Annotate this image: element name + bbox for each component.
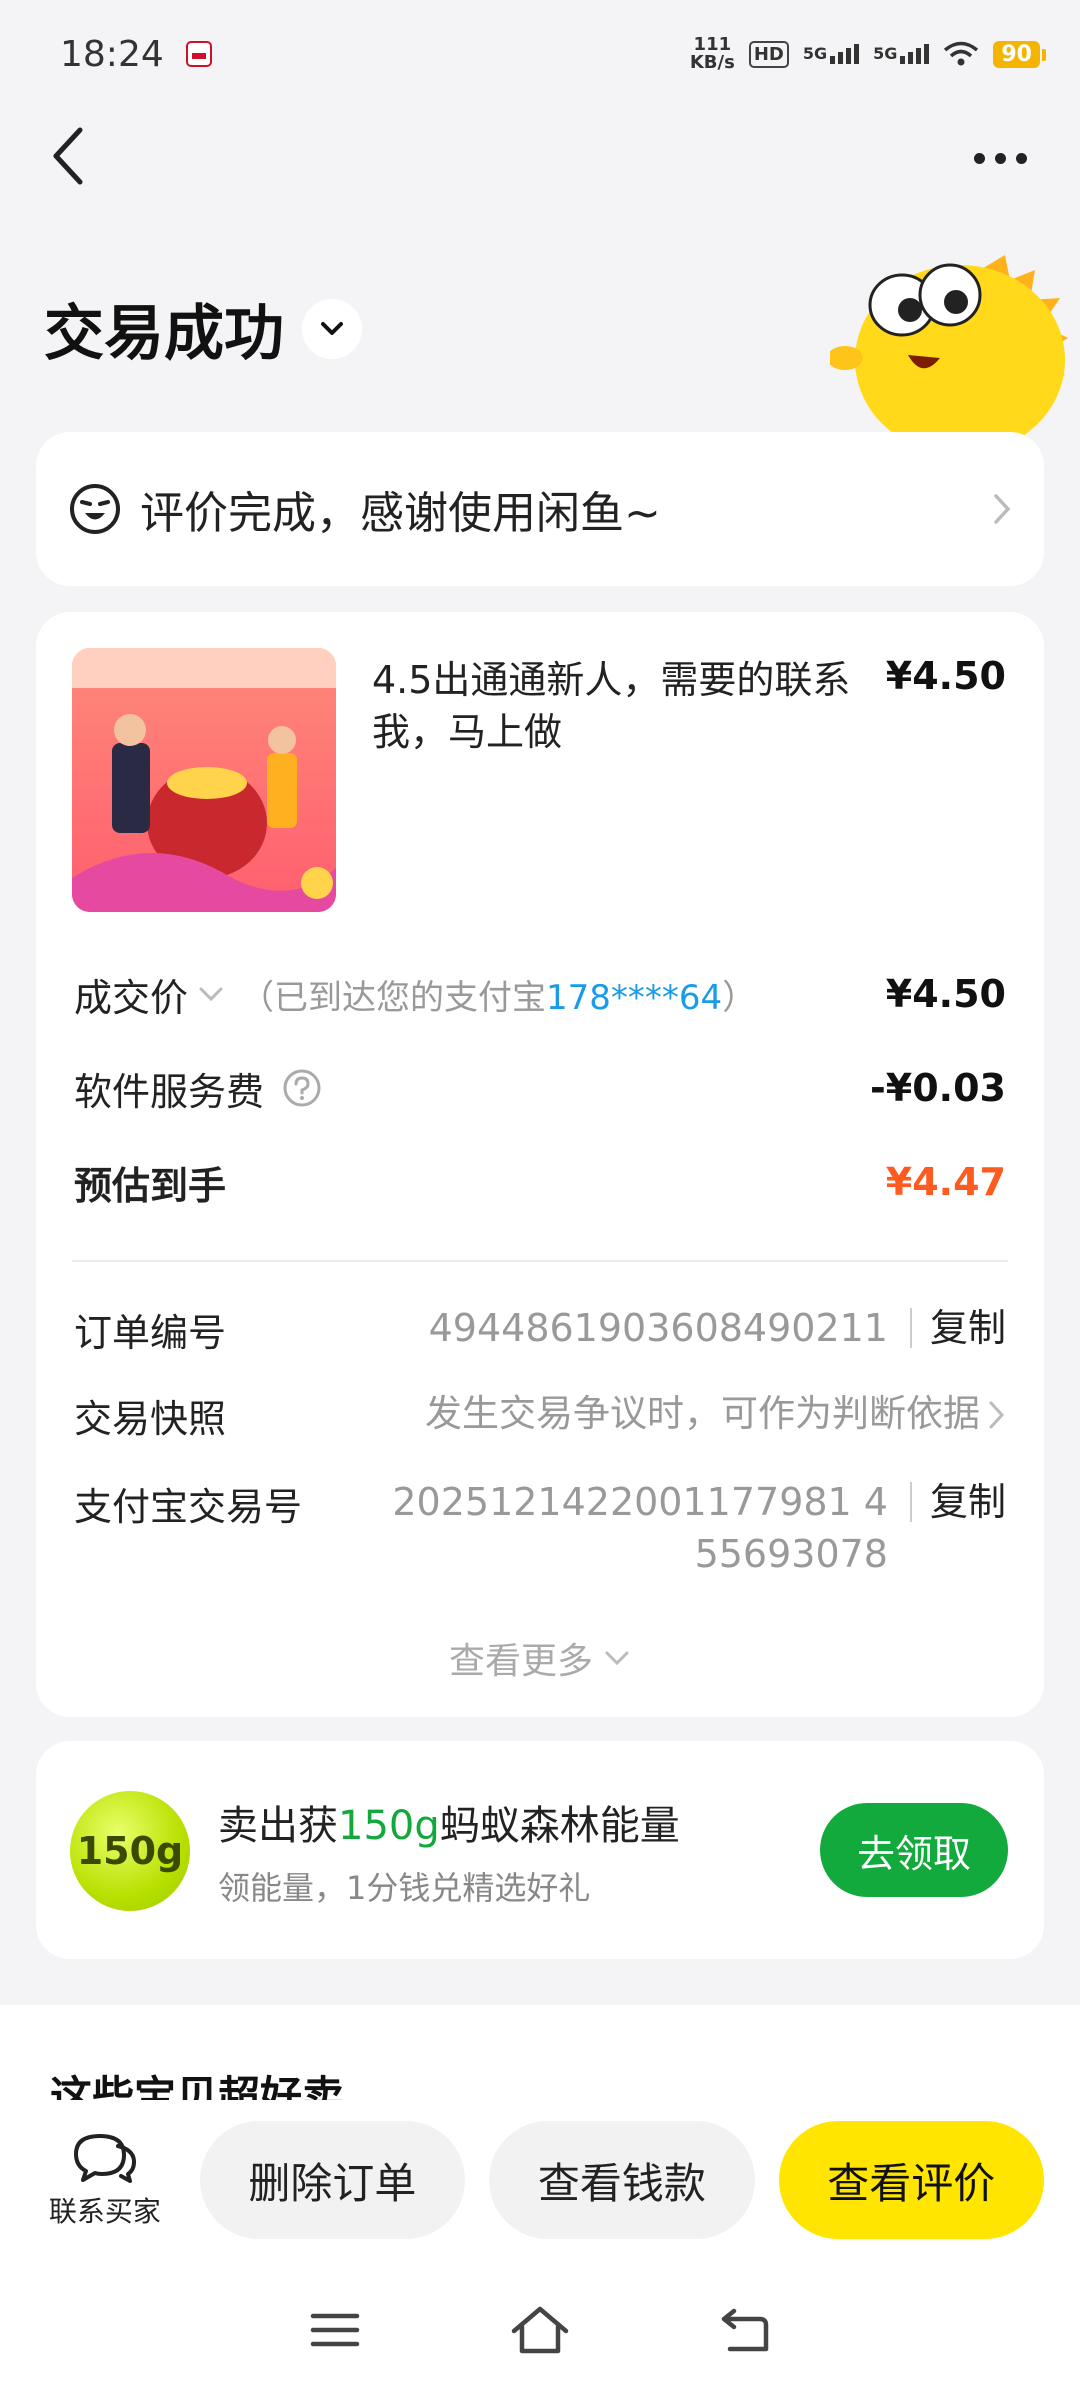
alipay-trade-number-row: 支付宝交易号 2025121422001177981 4 55693078 复制 <box>74 1476 1006 1580</box>
deal-note-prefix: （已到达您的支付宝 <box>240 977 547 1018</box>
view-review-button[interactable]: 查看评价 <box>778 2121 1044 2239</box>
signal-bar <box>830 56 836 64</box>
signal-bar <box>854 44 860 64</box>
notification-app-icon <box>185 41 212 67</box>
network-speed-unit: KB/s <box>689 52 735 73</box>
alipay-trade-number-line1: 2025121422001177981 4 <box>392 1480 888 1524</box>
trade-snapshot-row[interactable]: 交易快照 发生交易争议时，可作为判断依据 <box>74 1388 1006 1443</box>
delete-order-button[interactable]: 删除订单 <box>199 2121 466 2239</box>
hd-icon: HD <box>748 40 789 68</box>
chevron-right-icon <box>989 1401 1005 1429</box>
battery-icon: 90 <box>993 40 1046 68</box>
system-navigation-bar <box>0 2260 1080 2400</box>
order-number-row: 订单编号 4944861903608490211 复制 <box>74 1302 1006 1357</box>
energy-title-prefix: 卖出获 <box>218 1803 338 1849</box>
review-banner[interactable]: 评价完成，感谢使用闲鱼~ <box>36 432 1044 586</box>
estimated-income-value: ¥4.47 <box>885 1160 1006 1204</box>
goods-title[interactable]: 4.5出通通新人，需要的联系我，马上做 <box>372 654 892 758</box>
status-time: 18:24 <box>60 33 164 75</box>
deal-price-value: ¥4.50 <box>885 972 1006 1016</box>
copy-order-number-button[interactable]: 复制 <box>909 1308 1006 1348</box>
energy-subtitle: 领能量，1分钱兑精选好礼 <box>218 1869 591 1907</box>
contact-buyer-label: 联系买家 <box>48 2195 161 2228</box>
divider <box>72 1260 1008 1262</box>
service-fee-value: -¥0.03 <box>870 1066 1006 1110</box>
home-icon[interactable] <box>510 2305 570 2355</box>
chevron-down-icon <box>321 321 343 335</box>
alipay-trade-number-value: 2025121422001177981 4 55693078 <box>374 1476 888 1580</box>
status-time-group: 18:24 <box>60 34 212 75</box>
sim1-label: 5G <box>802 44 828 63</box>
copy-alipay-number-button[interactable]: 复制 <box>909 1482 1006 1522</box>
signal-bar <box>846 48 852 64</box>
energy-ball-icon: 150g <box>70 1791 190 1911</box>
service-fee-label: 软件服务费 <box>74 1069 265 1114</box>
signal-bar <box>916 48 922 64</box>
deal-price-note: （已到达您的支付宝178****64） <box>240 970 756 1019</box>
sim2-label: 5G <box>873 44 898 63</box>
estimated-income-label: 预估到手 <box>74 1163 227 1208</box>
more-dot-icon <box>1015 152 1027 164</box>
smile-face-icon <box>70 484 120 534</box>
status-dropdown-button[interactable] <box>302 298 362 359</box>
signal-bar <box>900 56 906 64</box>
deal-price-label: 成交价 <box>74 975 189 1020</box>
goods-price: ¥4.50 <box>885 654 1006 698</box>
ant-forest-energy-card: 150g 卖出获150g蚂蚁森林能量 领能量，1分钱兑精选好礼 去领取 <box>36 1741 1044 1959</box>
chevron-down-icon[interactable] <box>196 984 226 1004</box>
trade-snapshot-value: 发生交易争议时，可作为判断依据 <box>425 1392 980 1435</box>
signal-icon-sim2: 5G <box>873 44 930 64</box>
trade-snapshot-label: 交易快照 <box>74 1397 227 1441</box>
chevron-down-icon <box>605 1651 629 1666</box>
estimated-income-row: 预估到手 ¥4.47 <box>74 1152 1006 1212</box>
status-bar: 18:24 111 KB/s HD 5G 5G 90 <box>0 0 1080 108</box>
energy-title-suffix: 蚂蚁森林能量 <box>439 1803 680 1849</box>
see-more-button[interactable]: 查看更多 <box>36 1632 1044 1684</box>
nav-bar <box>0 108 1080 238</box>
view-payment-button[interactable]: 查看钱款 <box>489 2121 755 2239</box>
fish-mascot-icon <box>830 255 1068 435</box>
back-button[interactable] <box>50 116 110 196</box>
energy-title: 卖出获150g蚂蚁森林能量 <box>218 1793 680 1851</box>
signal-bar <box>908 52 914 64</box>
signal-bar <box>838 52 844 64</box>
alipay-trade-number-line2: 55693078 <box>694 1532 888 1576</box>
order-detail-card: 4.5出通通新人，需要的联系我，马上做 ¥4.50 成交价 （已到达您的支付宝1… <box>36 612 1044 1717</box>
goods-image[interactable] <box>72 648 336 912</box>
back-arrow-icon <box>53 127 83 185</box>
bottom-action-bar: 联系买家 删除订单 查看钱款 查看评价 <box>0 2100 1080 2260</box>
more-options-button[interactable] <box>960 128 1040 188</box>
network-speed: 111 KB/s <box>690 36 735 72</box>
order-number-value: 4944861903608490211 <box>428 1306 888 1350</box>
goods-thumbnail-illustration <box>72 648 336 912</box>
more-dot-icon <box>994 152 1006 164</box>
title-row: 交易成功 <box>44 285 362 372</box>
back-nav-icon[interactable] <box>720 2307 770 2353</box>
chevron-right-icon <box>994 494 1011 524</box>
review-banner-text: 评价完成，感谢使用闲鱼~ <box>140 488 661 539</box>
order-number-label: 订单编号 <box>74 1311 227 1355</box>
signal-icon-sim1: 5G <box>802 44 860 64</box>
wifi-icon <box>944 41 979 66</box>
deal-price-row: 成交价 （已到达您的支付宝178****64） ¥4.50 <box>74 964 1006 1024</box>
deal-note-suffix: ） <box>722 977 757 1018</box>
claim-energy-button[interactable]: 去领取 <box>820 1803 1008 1897</box>
energy-title-highlight: 150g <box>338 1803 440 1849</box>
menu-icon[interactable] <box>310 2310 360 2350</box>
see-more-label: 查看更多 <box>448 1641 593 1682</box>
contact-buyer-button[interactable]: 联系买家 <box>40 2130 170 2230</box>
alipay-account: 178****64 <box>546 977 723 1018</box>
service-fee-row: 软件服务费 -¥0.03 <box>74 1058 1006 1118</box>
help-icon[interactable] <box>282 1068 322 1108</box>
chat-bubble-icon <box>73 2134 136 2183</box>
alipay-trade-number-label: 支付宝交易号 <box>74 1485 303 1529</box>
more-dot-icon <box>973 152 985 164</box>
status-indicators: 111 KB/s HD 5G 5G 90 <box>690 36 1046 72</box>
page-title: 交易成功 <box>44 299 284 369</box>
signal-bar <box>924 44 930 64</box>
